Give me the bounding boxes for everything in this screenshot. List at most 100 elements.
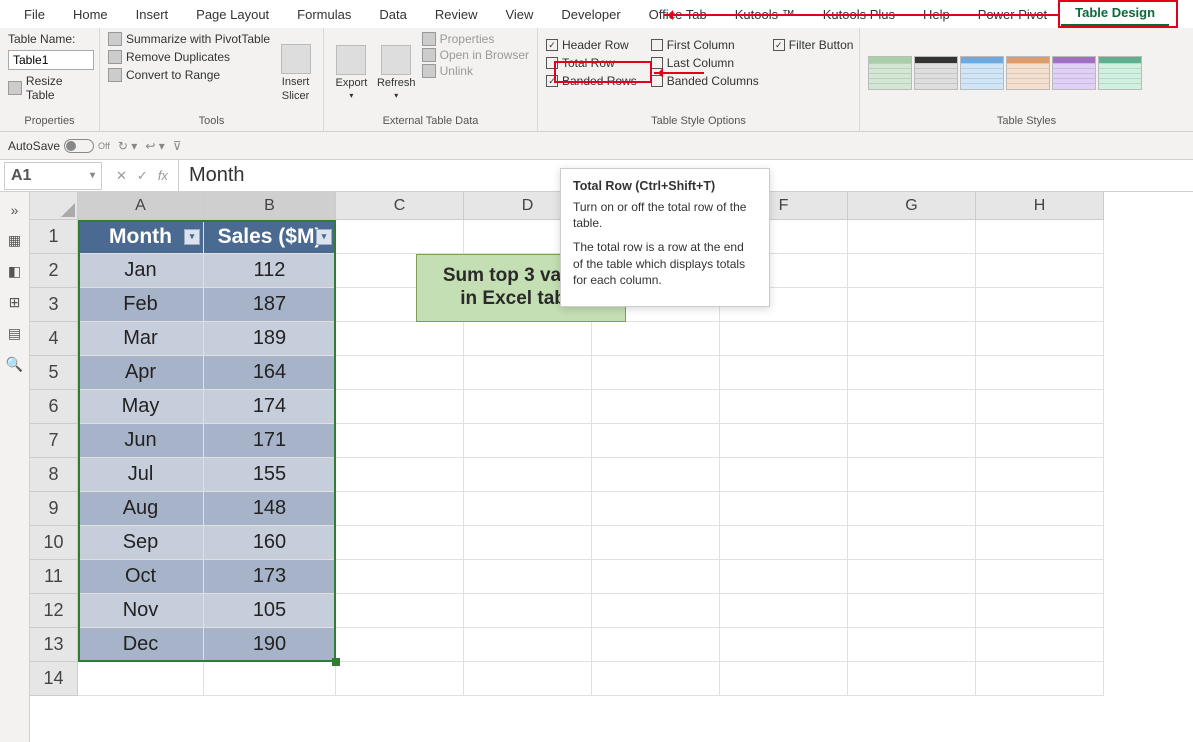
cell[interactable]: [848, 220, 976, 254]
cell[interactable]: [976, 492, 1104, 526]
redo-icon[interactable]: ↻ ▾: [118, 139, 137, 153]
cell[interactable]: Jul: [78, 458, 204, 492]
cell[interactable]: Oct: [78, 560, 204, 594]
cell[interactable]: [336, 526, 464, 560]
cell[interactable]: [720, 526, 848, 560]
cell[interactable]: [336, 492, 464, 526]
cancel-icon[interactable]: ✕: [116, 168, 127, 184]
cell[interactable]: [464, 322, 592, 356]
panel-icon-1[interactable]: ▦: [8, 232, 21, 249]
cell[interactable]: [976, 322, 1104, 356]
tab-file[interactable]: File: [10, 3, 59, 26]
cell[interactable]: 148: [204, 492, 336, 526]
cell[interactable]: [848, 594, 976, 628]
insert-slicer-button[interactable]: Insert Slicer: [276, 32, 315, 113]
cell[interactable]: Aug: [78, 492, 204, 526]
cell[interactable]: [592, 662, 720, 696]
cell[interactable]: [720, 424, 848, 458]
row-header[interactable]: 10: [30, 526, 78, 560]
cell[interactable]: [976, 220, 1104, 254]
cell[interactable]: Apr: [78, 356, 204, 390]
cell[interactable]: [848, 560, 976, 594]
cell[interactable]: 155: [204, 458, 336, 492]
cell[interactable]: [976, 560, 1104, 594]
cell[interactable]: [336, 628, 464, 662]
qat-customize-icon[interactable]: ⊽: [173, 139, 182, 153]
binoculars-icon[interactable]: 🔍: [6, 356, 23, 373]
cell[interactable]: [976, 458, 1104, 492]
name-box[interactable]: A1 ▾: [4, 162, 102, 190]
cell[interactable]: [720, 390, 848, 424]
table-style-swatch[interactable]: [1052, 56, 1096, 90]
table-style-swatch[interactable]: [1098, 56, 1142, 90]
cell[interactable]: [848, 662, 976, 696]
header-row-checkbox[interactable]: Header Row: [546, 38, 637, 52]
cell[interactable]: 190: [204, 628, 336, 662]
cell[interactable]: [204, 662, 336, 696]
cell[interactable]: Jan: [78, 254, 204, 288]
convert-range-button[interactable]: Convert to Range: [108, 68, 270, 82]
enter-icon[interactable]: ✓: [137, 168, 148, 184]
cell[interactable]: [976, 356, 1104, 390]
cell[interactable]: 164: [204, 356, 336, 390]
banded-columns-checkbox[interactable]: Banded Columns: [651, 74, 759, 88]
total-row-checkbox[interactable]: Total Row: [546, 56, 637, 70]
row-header[interactable]: 12: [30, 594, 78, 628]
cell[interactable]: [848, 492, 976, 526]
expand-icon[interactable]: »: [11, 202, 19, 218]
cell[interactable]: [592, 560, 720, 594]
cell[interactable]: 189: [204, 322, 336, 356]
cell[interactable]: [848, 356, 976, 390]
cell[interactable]: 112: [204, 254, 336, 288]
cell[interactable]: Jun: [78, 424, 204, 458]
cell[interactable]: [336, 390, 464, 424]
summarize-pivot-button[interactable]: Summarize with PivotTable: [108, 32, 270, 46]
remove-duplicates-button[interactable]: Remove Duplicates: [108, 50, 270, 64]
cell[interactable]: [976, 526, 1104, 560]
cell[interactable]: [720, 560, 848, 594]
cell[interactable]: [592, 390, 720, 424]
cell[interactable]: [336, 322, 464, 356]
row-header[interactable]: 14: [30, 662, 78, 696]
row-header[interactable]: 11: [30, 560, 78, 594]
cell[interactable]: Dec: [78, 628, 204, 662]
undo-icon[interactable]: ↩ ▾: [145, 139, 164, 153]
cell[interactable]: Mar: [78, 322, 204, 356]
cell[interactable]: [336, 662, 464, 696]
row-header[interactable]: 1: [30, 220, 78, 254]
cell[interactable]: [848, 390, 976, 424]
table-style-swatch[interactable]: [960, 56, 1004, 90]
row-header[interactable]: 4: [30, 322, 78, 356]
row-header[interactable]: 3: [30, 288, 78, 322]
column-header[interactable]: C: [336, 192, 464, 220]
cell[interactable]: [464, 560, 592, 594]
cell[interactable]: [976, 288, 1104, 322]
last-column-checkbox[interactable]: Last Column: [651, 56, 759, 70]
cell[interactable]: [848, 424, 976, 458]
cell[interactable]: [336, 424, 464, 458]
row-header[interactable]: 2: [30, 254, 78, 288]
cell[interactable]: [336, 356, 464, 390]
export-button[interactable]: Export ▾: [332, 32, 371, 113]
cell[interactable]: [720, 628, 848, 662]
panel-icon-4[interactable]: ▤: [8, 325, 21, 342]
filter-button-checkbox[interactable]: Filter Button: [773, 38, 854, 52]
cell[interactable]: [592, 492, 720, 526]
cell[interactable]: [848, 322, 976, 356]
cell[interactable]: 160: [204, 526, 336, 560]
styles-gallery[interactable]: [868, 56, 1142, 90]
cell[interactable]: [720, 356, 848, 390]
cell[interactable]: [720, 594, 848, 628]
refresh-button[interactable]: Refresh ▾: [377, 32, 416, 113]
cell[interactable]: [976, 390, 1104, 424]
cell[interactable]: 187: [204, 288, 336, 322]
tab-home[interactable]: Home: [59, 3, 122, 26]
cell[interactable]: [464, 628, 592, 662]
tab-insert[interactable]: Insert: [122, 3, 183, 26]
cell[interactable]: [592, 594, 720, 628]
cell[interactable]: [464, 424, 592, 458]
cell[interactable]: [464, 526, 592, 560]
cell[interactable]: [976, 254, 1104, 288]
selection-handle[interactable]: [332, 658, 340, 666]
cell[interactable]: [976, 594, 1104, 628]
